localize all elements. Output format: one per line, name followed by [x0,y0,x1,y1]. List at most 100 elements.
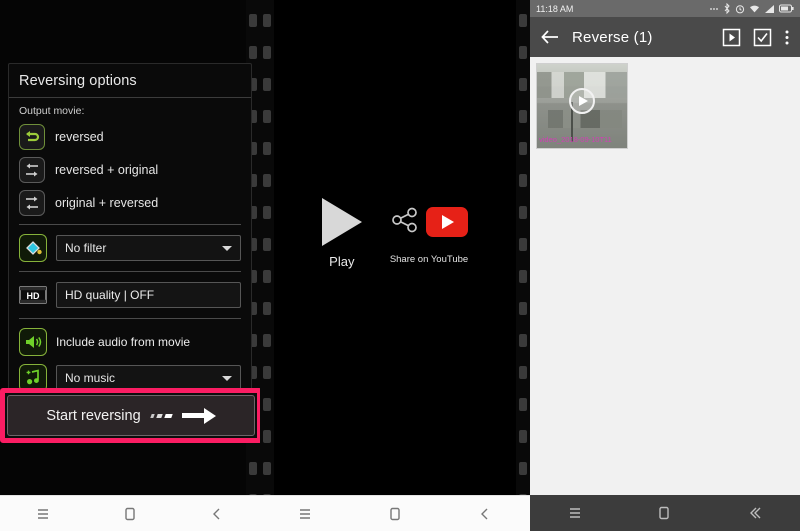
sprocket-hole [263,174,271,187]
recents-icon[interactable] [567,505,583,521]
status-icons [709,3,794,14]
overflow-menu-icon[interactable] [784,28,790,47]
play-action[interactable]: Play [321,198,362,269]
start-reversing-highlight: Start reversing [0,388,260,443]
divider [19,224,241,225]
home-icon[interactable] [387,506,403,522]
share-label: Share on YouTube [389,254,469,265]
divider [19,318,241,319]
navbar-panel3 [530,495,800,531]
option-reversed[interactable]: reversed [9,120,251,153]
app-bar-title: Reverse (1) [572,28,653,46]
play-label: Play [329,254,355,269]
filter-dropdown[interactable]: No filter [56,235,241,261]
status-bar: 11:18 AM [530,0,800,17]
forward-then-reverse-icon [19,189,45,216]
sprocket-hole [519,462,527,475]
sprocket-hole [263,302,271,315]
reversing-options-card: Reversing options Output movie: reversed [8,63,252,403]
bluetooth-icon [723,3,731,14]
battery-icon [779,4,794,13]
motion-dashes-icon [149,413,173,418]
playback-actions: Play Share on YouTube [260,198,530,269]
sprocket-hole [263,46,271,59]
speaker-icon [19,328,47,356]
sprocket-hole [519,174,527,187]
back-icon[interactable] [745,505,763,521]
sprocket-hole [263,462,271,475]
home-icon[interactable] [656,505,672,521]
hd-quality-label: HD quality | OFF [65,288,155,302]
share-nodes-icon [390,205,420,240]
sprocket-hole [249,462,257,475]
gallery-item[interactable]: video_2018-09-10T11 [536,63,628,149]
home-icon[interactable] [122,506,138,522]
filter-row[interactable]: No filter [9,230,251,266]
sprocket-hole [519,366,527,379]
start-reversing-button[interactable]: Start reversing [7,395,255,436]
sprocket-hole [263,398,271,411]
sprocket-hole [263,366,271,379]
reverse-then-forward-icon [19,156,45,183]
sprocket-hole [249,46,257,59]
navbar-panel2 [260,495,530,531]
status-clock: 11:18 AM [536,3,574,14]
sprocket-hole [519,142,527,155]
sprocket-hole [263,334,271,347]
include-audio-label: Include audio from movie [56,335,191,349]
select-checkbox-icon[interactable] [753,28,772,47]
sprocket-hole [519,398,527,411]
wifi-icon [749,4,760,14]
option-label: reversed + original [55,162,159,177]
filter-value: No filter [65,241,107,255]
sprocket-hole [263,142,271,155]
panel-reversing-options: Reversing options Output movie: reversed [0,0,260,531]
panel2-content: Play Share on YouTube [260,0,530,495]
recents-icon[interactable] [35,506,51,522]
youtube-icon [425,207,468,237]
option-reversed-plus-original[interactable]: reversed + original [9,153,251,186]
card-title: Reversing options [9,64,251,98]
alarm-icon [735,4,745,14]
back-arrow-icon[interactable] [540,28,560,46]
sprocket-hole [519,430,527,443]
reverse-loop-icon [19,123,45,150]
hd-quality-row[interactable]: HD HD quality | OFF [9,277,251,313]
chevron-down-icon [222,376,232,381]
sprocket-hole [263,430,271,443]
include-audio-row[interactable]: Include audio from movie [9,324,251,360]
play-circle-icon [569,87,595,114]
recents-icon[interactable] [297,506,313,522]
sprocket-hole [263,270,271,283]
sprocket-hole [519,46,527,59]
right-arrow-icon [181,407,216,424]
option-label: reversed [55,129,104,144]
play-box-icon[interactable] [722,28,741,47]
divider [19,271,241,272]
sprocket-hole [263,14,271,27]
music-value: No music [65,371,116,385]
panel-reverse-gallery: 11:18 AM Reverse (1) video_2018-09-10T11 [530,0,800,531]
sprocket-hole [263,110,271,123]
navbar-panel1 [0,495,260,531]
hd-quality-value[interactable]: HD quality | OFF [56,282,241,308]
sprocket-hole [519,110,527,123]
panel-play-share: Play Share on YouTube [260,0,530,531]
sprocket-hole [519,78,527,91]
option-original-plus-reversed[interactable]: original + reversed [9,186,251,219]
app-bar: Reverse (1) [530,17,800,57]
sprocket-hole [519,270,527,283]
signal-icon [764,4,775,14]
svg-text:HD: HD [27,291,40,301]
paint-bucket-icon [19,234,47,262]
video-filename: video_2018-09-10T11 [539,135,612,144]
share-youtube-action[interactable]: Share on YouTube [390,198,468,265]
hd-film-icon: HD [19,281,47,309]
sprocket-hole [519,14,527,27]
video-gallery: video_2018-09-10T11 [530,57,800,495]
panel1-content: Reversing options Output movie: reversed [0,0,260,495]
back-icon[interactable] [477,506,493,522]
back-icon[interactable] [209,506,225,522]
option-label: original + reversed [55,195,159,210]
sprocket-hole [519,302,527,315]
